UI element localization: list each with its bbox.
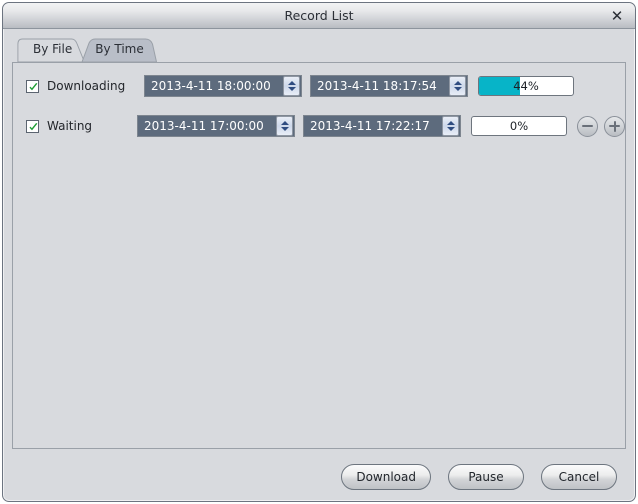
tab-by-file-label: By File (33, 42, 73, 56)
pause-button[interactable]: Pause (448, 464, 524, 490)
checkbox-box[interactable] (26, 79, 39, 93)
end-time-stepper-1[interactable] (449, 76, 466, 96)
end-time-field-1[interactable]: 2013-4-11 18:17:54 (310, 75, 468, 97)
record-list-window: Record List ✕ By File By Time Downloadin… (2, 2, 636, 502)
spinner-up-icon (280, 121, 289, 125)
minus-icon (582, 125, 593, 127)
spinner-down-icon (446, 127, 455, 131)
content-panel: Downloading 2013-4-11 18:00:00 2013-4-11… (12, 62, 626, 449)
dialog-footer: Download Pause Cancel (3, 463, 635, 491)
start-time-stepper-2[interactable] (276, 116, 293, 136)
close-icon[interactable]: ✕ (607, 6, 627, 26)
start-time-value-1: 2013-4-11 18:00:00 (151, 79, 271, 93)
start-time-value-2: 2013-4-11 17:00:00 (144, 119, 264, 133)
tab-bar: By File By Time (3, 38, 635, 62)
progress-label-1: 44% (513, 79, 539, 93)
start-time-field-1[interactable]: 2013-4-11 18:00:00 (144, 75, 302, 97)
check-icon (29, 82, 38, 90)
progress-label-2: 0% (509, 119, 529, 133)
end-time-value-1: 2013-4-11 18:17:54 (317, 79, 437, 93)
start-time-stepper-1[interactable] (283, 76, 300, 96)
plus-icon-v (613, 120, 616, 132)
check-icon (29, 122, 38, 130)
add-row-button[interactable] (604, 115, 625, 137)
record-checkbox-downloading[interactable]: Downloading (26, 79, 144, 93)
record-status-label: Downloading (47, 79, 126, 93)
spinner-up-icon (453, 81, 462, 85)
download-button[interactable]: Download (341, 464, 431, 490)
spinner-up-icon (287, 81, 296, 85)
end-time-value-2: 2013-4-11 17:22:17 (310, 119, 430, 133)
start-time-field-2[interactable]: 2013-4-11 17:00:00 (137, 115, 295, 137)
spinner-down-icon (453, 87, 462, 91)
end-time-stepper-2[interactable] (442, 116, 459, 136)
progress-bar-1: 44% (478, 76, 574, 96)
spinner-down-icon (287, 87, 296, 91)
tab-by-time-label: By Time (95, 42, 144, 56)
remove-row-button[interactable] (577, 115, 598, 137)
record-row-downloading: Downloading 2013-4-11 18:00:00 2013-4-11… (26, 73, 625, 99)
cancel-button[interactable]: Cancel (541, 464, 617, 490)
spinner-up-icon (446, 121, 455, 125)
progress-bar-2: 0% (471, 116, 567, 136)
title-bar: Record List ✕ (3, 3, 635, 29)
record-checkbox-waiting[interactable]: Waiting (26, 119, 137, 133)
window-title: Record List (284, 8, 354, 23)
end-time-field-2[interactable]: 2013-4-11 17:22:17 (303, 115, 461, 137)
tab-by-time[interactable]: By Time (79, 38, 158, 62)
record-row-waiting: Waiting 2013-4-11 17:00:00 2013-4-11 17:… (26, 113, 625, 139)
record-status-label: Waiting (47, 119, 93, 133)
spinner-down-icon (280, 127, 289, 131)
tab-by-file[interactable]: By File (17, 38, 86, 62)
checkbox-box[interactable] (26, 119, 39, 133)
